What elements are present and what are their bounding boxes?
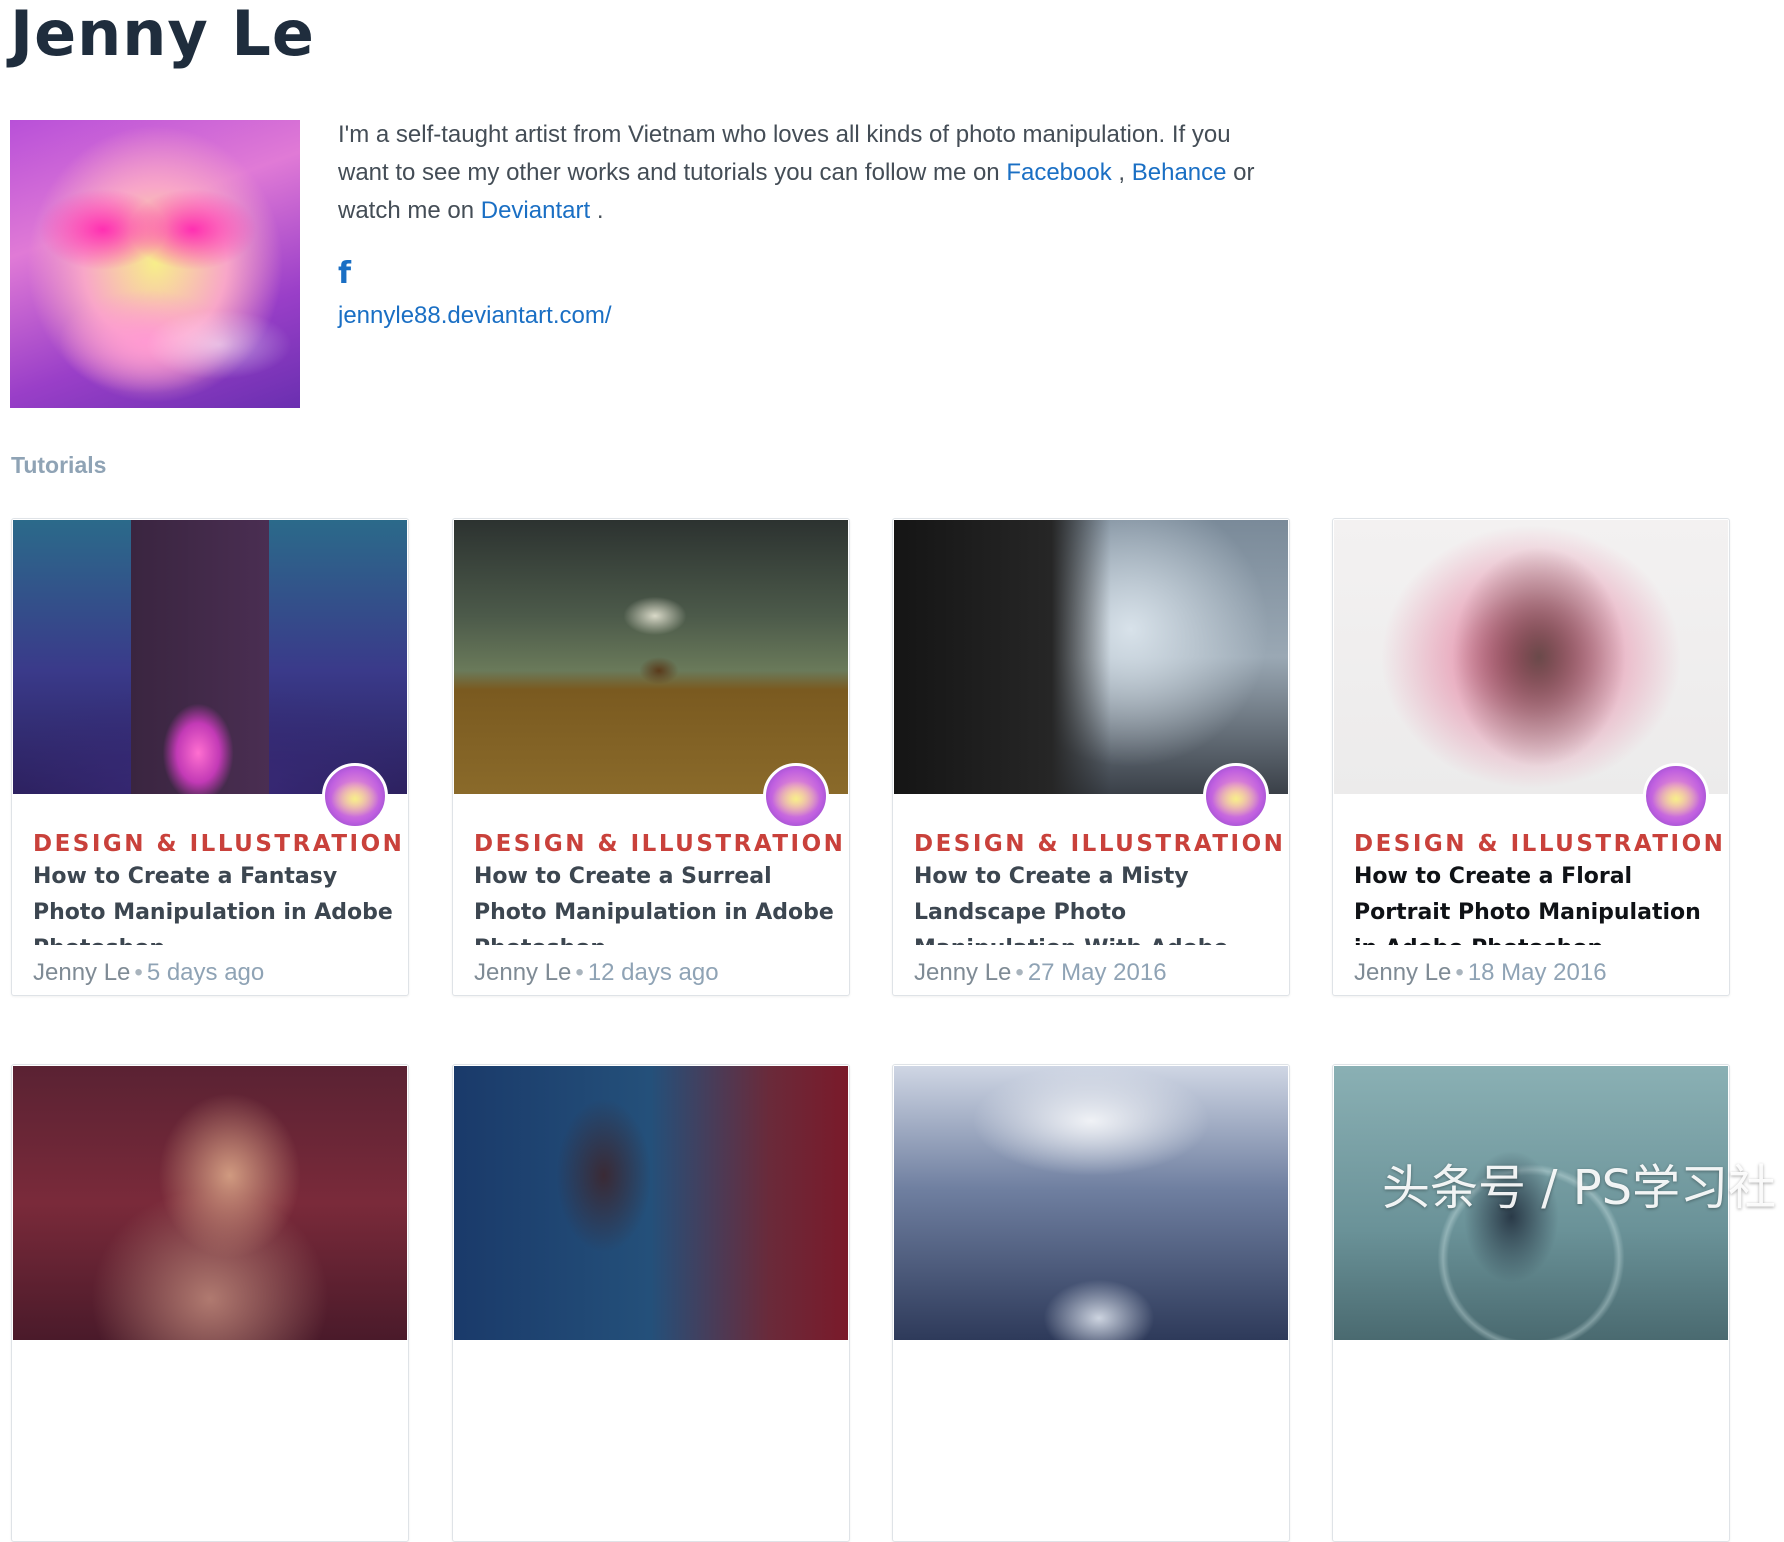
tutorial-card[interactable] <box>452 1064 850 1542</box>
author-avatar[interactable] <box>1643 763 1709 829</box>
tutorial-thumbnail[interactable] <box>894 1066 1288 1340</box>
card-category[interactable]: DESIGN & ILLUSTRATION <box>474 830 845 858</box>
page-title: Jenny Le <box>10 0 315 70</box>
tutorial-card[interactable] <box>1332 1064 1730 1542</box>
card-date: 5 days ago <box>146 959 265 986</box>
card-date: 27 May 2016 <box>1027 959 1167 986</box>
author-avatar[interactable] <box>1203 763 1269 829</box>
card-meta: Jenny Le • 18 May 2016 <box>1354 959 1607 987</box>
card-meta: Jenny Le • 27 May 2016 <box>914 959 1167 987</box>
tutorial-card[interactable]: DESIGN & ILLUSTRATION How to Create a Mi… <box>892 518 1290 996</box>
deviantart-link[interactable]: Deviantart <box>481 197 590 224</box>
profile-bio: I'm a self-taught artist from Vietnam wh… <box>338 116 1268 230</box>
facebook-icon[interactable]: f <box>338 258 358 290</box>
card-title[interactable]: How to Create a Fantasy Photo Manipulati… <box>33 859 393 945</box>
card-title[interactable]: How to Create a Floral Portrait Photo Ma… <box>1354 859 1714 945</box>
card-author[interactable]: Jenny Le <box>33 959 130 986</box>
card-category[interactable]: DESIGN & ILLUSTRATION <box>1354 830 1725 858</box>
section-label-tutorials: Tutorials <box>11 452 107 478</box>
card-title[interactable]: How to Create a Misty Landscape Photo Ma… <box>914 859 1274 945</box>
card-author[interactable]: Jenny Le <box>914 959 1011 986</box>
card-author[interactable]: Jenny Le <box>474 959 571 986</box>
tutorial-thumbnail[interactable] <box>13 1066 407 1340</box>
card-date: 18 May 2016 <box>1467 959 1607 986</box>
facebook-link[interactable]: Facebook <box>1006 159 1111 186</box>
tutorial-thumbnail[interactable] <box>454 1066 848 1340</box>
tutorial-card[interactable]: DESIGN & ILLUSTRATION How to Create a Su… <box>452 518 850 996</box>
author-avatar[interactable] <box>763 763 829 829</box>
bio-separator: , <box>1118 159 1126 186</box>
watermark: 头条号 / PS学习社 <box>1382 1160 1777 1216</box>
card-meta: Jenny Le • 12 days ago <box>474 959 719 987</box>
card-title[interactable]: How to Create a Surreal Photo Manipulati… <box>474 859 834 945</box>
tutorial-thumbnail[interactable] <box>894 520 1288 794</box>
card-date: 12 days ago <box>587 959 719 986</box>
tutorial-card[interactable] <box>892 1064 1290 1542</box>
meta-separator: • <box>1015 959 1024 986</box>
card-category[interactable]: DESIGN & ILLUSTRATION <box>914 830 1285 858</box>
card-author[interactable]: Jenny Le <box>1354 959 1451 986</box>
tutorial-thumbnail[interactable] <box>454 520 848 794</box>
tutorial-card[interactable]: DESIGN & ILLUSTRATION How to Create a Fl… <box>1332 518 1730 996</box>
card-meta: Jenny Le • 5 days ago <box>33 959 264 987</box>
bio-text-end: . <box>596 197 604 224</box>
profile-avatar <box>10 120 300 408</box>
website-link[interactable]: jennyle88.deviantart.com/ <box>338 300 612 332</box>
tutorial-card[interactable] <box>11 1064 409 1542</box>
meta-separator: • <box>575 959 584 986</box>
tutorial-card[interactable]: DESIGN & ILLUSTRATION How to Create a Fa… <box>11 518 409 996</box>
behance-link[interactable]: Behance <box>1132 159 1227 186</box>
meta-separator: • <box>1455 959 1464 986</box>
meta-separator: • <box>134 959 143 986</box>
tutorial-thumbnail[interactable] <box>1334 520 1728 794</box>
tutorial-thumbnail[interactable] <box>13 520 407 794</box>
card-category[interactable]: DESIGN & ILLUSTRATION <box>33 830 404 858</box>
author-avatar[interactable] <box>322 763 388 829</box>
